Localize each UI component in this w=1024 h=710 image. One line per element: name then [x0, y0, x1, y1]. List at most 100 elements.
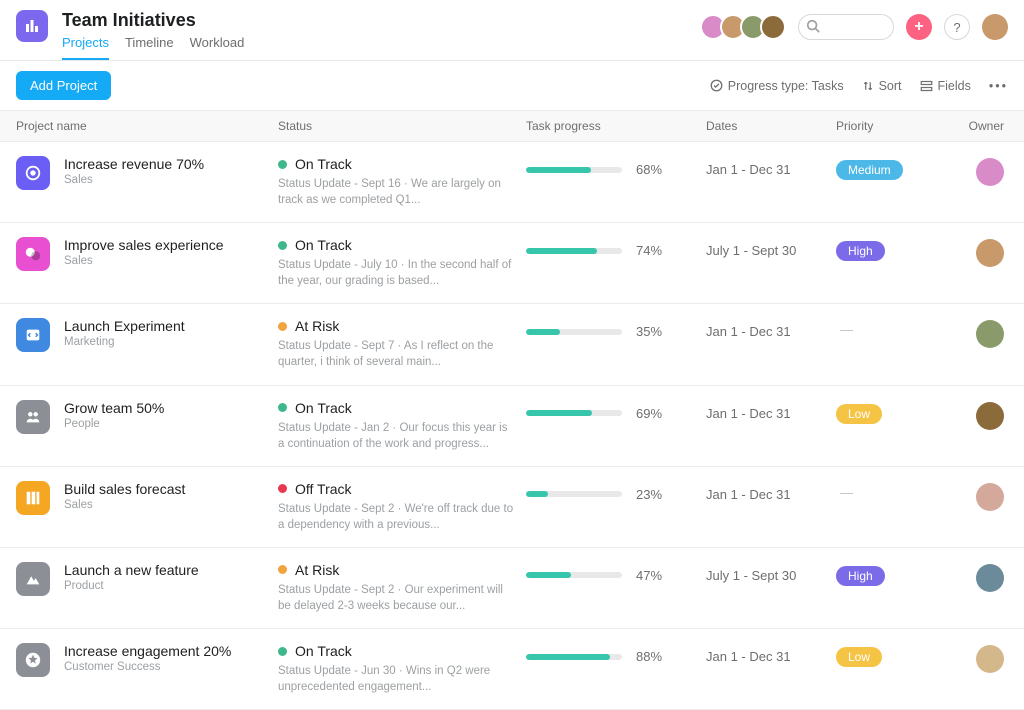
priority-cell[interactable]: Medium: [836, 156, 940, 180]
title-block: Team Initiatives Projects Timeline Workl…: [62, 10, 244, 60]
priority-cell[interactable]: Low: [836, 643, 940, 667]
priority-badge[interactable]: Low: [836, 404, 882, 424]
table-row[interactable]: Grow team 50% People On TrackStatus Update…: [0, 386, 1024, 467]
status-cell[interactable]: On TrackStatus Update - Sept 16 · We are…: [278, 156, 526, 208]
table-row[interactable]: Launch a new feature Product At RiskStatus…: [0, 548, 1024, 629]
project-name[interactable]: Launch a new feature: [64, 562, 199, 578]
progress-type-toggle[interactable]: Progress type: Tasks: [710, 79, 844, 93]
avatar[interactable]: [760, 14, 786, 40]
table-row[interactable]: Build sales forecast Sales Off TrackStatus…: [0, 467, 1024, 548]
priority-cell[interactable]: —: [836, 318, 940, 337]
more-options[interactable]: •••: [989, 79, 1008, 93]
priority-empty: —: [836, 322, 853, 337]
status-label: On Track: [295, 156, 352, 172]
priority-badge[interactable]: Medium: [836, 160, 903, 180]
priority-badge[interactable]: High: [836, 241, 885, 261]
col-owner[interactable]: Owner: [940, 119, 1004, 133]
dates-cell[interactable]: July 1 - Sept 30: [706, 562, 836, 583]
table-row[interactable]: Launch ExperimentMarketingAt RiskStatus …: [0, 304, 1024, 385]
priority-cell[interactable]: High: [836, 562, 940, 586]
fields-button[interactable]: Fields: [920, 79, 971, 93]
project-icon: [16, 643, 50, 677]
tab-projects[interactable]: Projects: [62, 35, 109, 60]
project-cell: Launch a new feature Product: [16, 562, 278, 596]
owner-cell[interactable]: [940, 481, 1004, 514]
owner-avatar[interactable]: [976, 402, 1004, 430]
col-priority[interactable]: Priority: [836, 119, 940, 133]
status-cell[interactable]: At RiskStatus Update - Sept 7 · As I ref…: [278, 318, 526, 370]
owner-cell[interactable]: [940, 643, 1004, 676]
dates-cell[interactable]: July 1 - Sept 30: [706, 237, 836, 258]
project-name[interactable]: Launch Experiment: [64, 318, 185, 334]
dates-cell[interactable]: Jan 1 - Dec 31: [706, 318, 836, 339]
member-avatars[interactable]: [706, 14, 786, 40]
status-cell[interactable]: On TrackStatus Update - Jun 30 · Wins in…: [278, 643, 526, 695]
add-button[interactable]: +: [906, 14, 932, 40]
progress-bar: [526, 167, 622, 173]
project-team: People: [64, 418, 164, 430]
sort-button[interactable]: Sort: [862, 79, 902, 93]
fields-label: Fields: [938, 79, 971, 93]
col-dates[interactable]: Dates: [706, 119, 836, 133]
dates-cell[interactable]: Jan 1 - Dec 31: [706, 156, 836, 177]
priority-cell[interactable]: Low: [836, 400, 940, 424]
status-label: On Track: [295, 400, 352, 416]
project-name[interactable]: Grow team 50%: [64, 400, 164, 416]
profile-avatar[interactable]: [982, 14, 1008, 40]
project-icon: [16, 400, 50, 434]
project-name[interactable]: Increase revenue 70%: [64, 156, 204, 172]
progress-percent: 69%: [636, 406, 662, 421]
status-cell[interactable]: Off TrackStatus Update - Sept 2 · We're …: [278, 481, 526, 533]
progress-bar: [526, 329, 622, 335]
status-dot-icon: [278, 647, 287, 656]
owner-avatar[interactable]: [976, 158, 1004, 186]
project-name[interactable]: Improve sales experience: [64, 237, 224, 253]
priority-badge[interactable]: Low: [836, 647, 882, 667]
status-cell[interactable]: On TrackStatus Update - Jan 2 · Our focu…: [278, 400, 526, 452]
owner-cell[interactable]: [940, 318, 1004, 351]
tab-timeline[interactable]: Timeline: [125, 35, 174, 60]
help-button[interactable]: ?: [944, 14, 970, 40]
status-dot-icon: [278, 565, 287, 574]
project-icon: [16, 562, 50, 596]
priority-cell[interactable]: High: [836, 237, 940, 261]
table-row[interactable]: Improve sales experienceSalesOn TrackSta…: [0, 223, 1024, 304]
project-list: Increase revenue 70% Sales On TrackStatus …: [0, 142, 1024, 710]
status-cell[interactable]: On TrackStatus Update - July 10 · In the…: [278, 237, 526, 289]
owner-cell[interactable]: [940, 156, 1004, 189]
table-row[interactable]: Increase engagement 20% Customer Success O…: [0, 629, 1024, 710]
add-project-button[interactable]: Add Project: [16, 71, 111, 100]
progress-bar: [526, 491, 622, 497]
project-icon: [16, 318, 50, 352]
project-team: Sales: [64, 499, 185, 511]
col-project[interactable]: Project name: [16, 119, 278, 133]
check-circle-icon: [710, 79, 723, 92]
status-label: At Risk: [295, 562, 339, 578]
dates-cell[interactable]: Jan 1 - Dec 31: [706, 481, 836, 502]
project-icon: [16, 481, 50, 515]
owner-avatar[interactable]: [976, 483, 1004, 511]
col-progress[interactable]: Task progress: [526, 119, 706, 133]
column-headers: Project name Status Task progress Dates …: [0, 110, 1024, 142]
owner-avatar[interactable]: [976, 320, 1004, 348]
header-right: + ?: [706, 10, 1008, 40]
owner-avatar[interactable]: [976, 645, 1004, 673]
status-cell[interactable]: At RiskStatus Update - Sept 2 · Our expe…: [278, 562, 526, 614]
dates-cell[interactable]: Jan 1 - Dec 31: [706, 643, 836, 664]
priority-badge[interactable]: High: [836, 566, 885, 586]
owner-avatar[interactable]: [976, 564, 1004, 592]
priority-cell[interactable]: —: [836, 481, 940, 500]
table-row[interactable]: Increase revenue 70%SalesOn TrackStatus …: [0, 142, 1024, 223]
project-name[interactable]: Build sales forecast: [64, 481, 185, 497]
tab-workload[interactable]: Workload: [190, 35, 245, 60]
owner-avatar[interactable]: [976, 239, 1004, 267]
project-name[interactable]: Increase engagement 20%: [64, 643, 231, 659]
owner-cell[interactable]: [940, 562, 1004, 595]
dates-cell[interactable]: Jan 1 - Dec 31: [706, 400, 836, 421]
owner-cell[interactable]: [940, 400, 1004, 433]
project-team: Customer Success: [64, 661, 231, 673]
progress-cell: 23%: [526, 481, 706, 502]
project-team: Product: [64, 580, 199, 592]
col-status[interactable]: Status: [278, 119, 526, 133]
owner-cell[interactable]: [940, 237, 1004, 270]
